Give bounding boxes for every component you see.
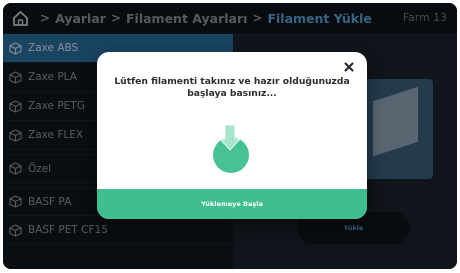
load-filament-dialog: Lütfen filamenti takınız ve hazır olduğu… bbox=[97, 52, 367, 219]
filament-load-icon bbox=[207, 121, 257, 177]
close-icon[interactable] bbox=[342, 60, 356, 74]
start-loading-button[interactable]: Yüklemeye Başla bbox=[97, 189, 367, 219]
dialog-message: Lütfen filamenti takınız ve hazır olduğu… bbox=[114, 76, 350, 99]
